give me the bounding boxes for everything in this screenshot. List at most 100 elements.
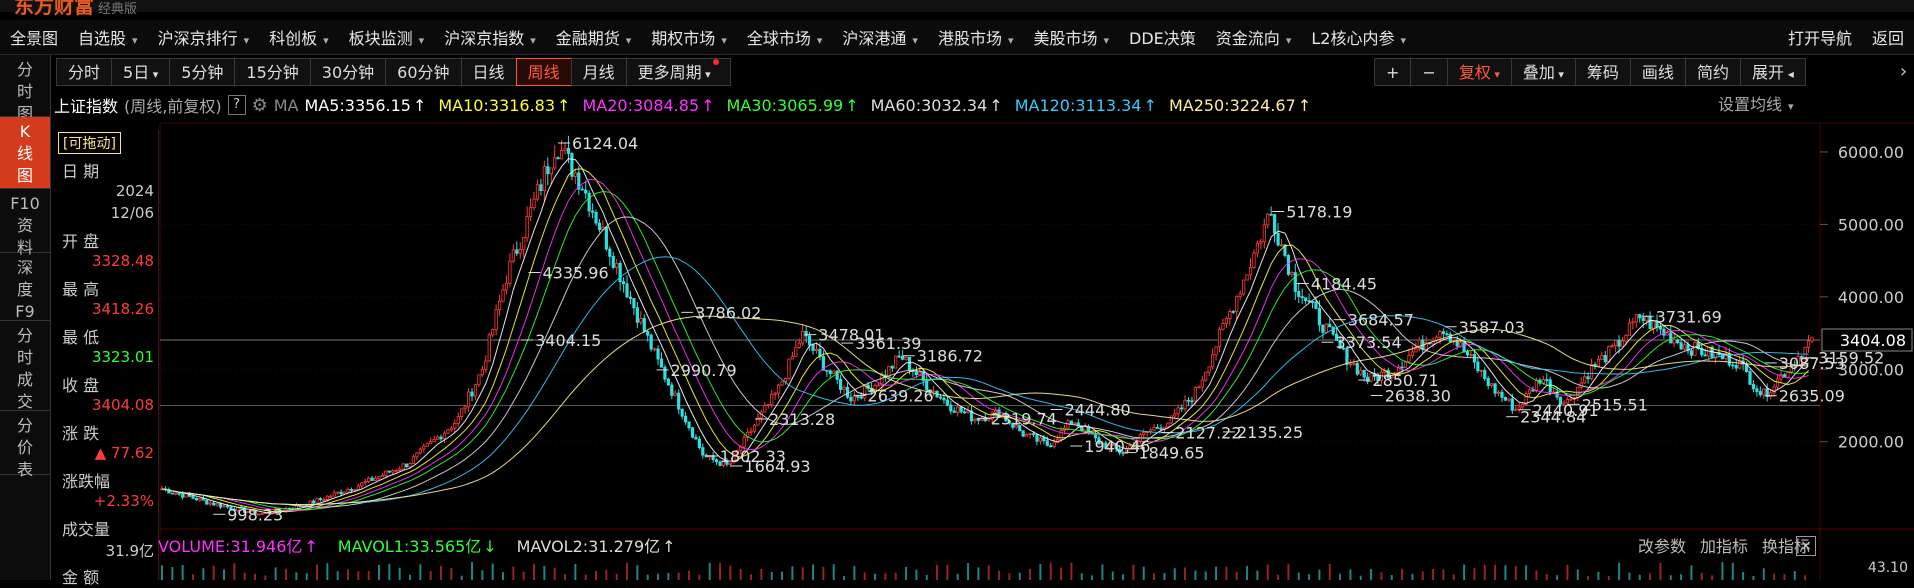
menu-item[interactable]: DDE决策 [1119, 25, 1206, 49]
candle-body [694, 436, 698, 440]
sidebar-item[interactable]: 分 价 表 [0, 411, 50, 479]
chart-tool-button[interactable]: 复权 ▾ [1446, 58, 1512, 86]
gear-icon[interactable]: ⚙ [252, 95, 268, 116]
annotation-label: 998.23 [227, 505, 283, 524]
candle-body [201, 498, 205, 501]
annotation-label: 3731.69 [1656, 307, 1722, 326]
menu-item[interactable]: 自选股 ▾ [68, 25, 148, 49]
volume-bar [657, 573, 660, 580]
candle-body [852, 395, 856, 402]
candle-body [1121, 452, 1125, 455]
candle-body [1534, 379, 1539, 392]
chart-tool-button[interactable]: 筹码 [1574, 58, 1631, 86]
sidebar-item[interactable]: 分 时 成 交 [0, 321, 50, 411]
sidebar-item[interactable]: 深 度 F9 [0, 253, 50, 321]
ma-settings-button[interactable]: 设置均线 ▾ [1718, 93, 1794, 117]
annotation-label: 4335.96 [542, 264, 608, 283]
candle-body [901, 355, 905, 360]
candle-body [1806, 340, 1811, 348]
volume-bar [1473, 567, 1476, 580]
period-tab[interactable]: 30分钟 [309, 58, 387, 86]
volume-bar [161, 565, 163, 580]
candle-body [1665, 332, 1669, 336]
menu-item[interactable]: 沪深京指数 ▾ [434, 25, 546, 49]
volume-bar [1638, 574, 1641, 580]
candle-body [1548, 379, 1552, 393]
close-indicator-icon[interactable]: × [1796, 536, 1816, 556]
candle-body [243, 507, 247, 513]
menu-item[interactable]: 美股市场 ▾ [1023, 25, 1119, 49]
menu-item[interactable]: 全景图 [0, 25, 68, 49]
y-tick-label: 4000.00 [1838, 288, 1904, 307]
candle-body [739, 446, 743, 452]
ma-label[interactable]: MA [274, 96, 299, 115]
period-tab[interactable]: 更多周期 ▾ [625, 58, 731, 86]
period-tab[interactable]: 5日 ▾ [111, 58, 171, 86]
candle-body [804, 331, 808, 337]
volume-bar [1060, 567, 1063, 580]
menu-item[interactable]: 金融期货 ▾ [546, 25, 642, 49]
menu-right-item[interactable]: 返回 [1862, 25, 1914, 49]
candle-body [208, 502, 212, 505]
chart-tool-button[interactable]: + [1374, 58, 1412, 86]
toolbar-scroll-right-icon[interactable]: › [1893, 54, 1914, 90]
low-value: 3323.01 [91, 348, 154, 366]
volume-bar [295, 572, 298, 580]
menu-right-item[interactable]: 打开导航 [1778, 25, 1862, 49]
indicator-button[interactable]: 加指标 [1700, 533, 1748, 557]
candle-body [1124, 448, 1129, 454]
period-tab[interactable]: 日线 [460, 58, 517, 86]
annotation-label: 2127.22 [1175, 423, 1241, 442]
menu-item[interactable]: 港股市场 ▾ [928, 25, 1024, 49]
sidebar-item[interactable]: 分 时 图 [0, 55, 50, 123]
chart-tool-button[interactable]: − [1410, 58, 1448, 86]
arrow-icon: ↑ [1297, 95, 1312, 115]
period-tab[interactable]: 周线 [515, 58, 572, 86]
menu-item[interactable]: 沪深港通 ▾ [832, 25, 928, 49]
chart-tool-button[interactable]: 画线 [1629, 58, 1686, 86]
candle-body [770, 393, 774, 405]
volume-bar [1153, 573, 1156, 580]
annotation-label: 2515.51 [1582, 395, 1648, 414]
candle-body [570, 153, 574, 177]
period-tab[interactable]: 60分钟 [385, 58, 462, 86]
menu-item[interactable]: 板块监测 ▾ [339, 25, 435, 49]
menu-item[interactable]: 科创板 ▾ [259, 25, 339, 49]
ma-line-ma10 [161, 168, 1809, 513]
indicator-button[interactable]: 改参数 [1638, 533, 1686, 557]
candle-body [1672, 339, 1676, 344]
candle-body [1025, 434, 1029, 437]
chevron-down-icon: ▾ [132, 34, 138, 47]
chart-tool-button[interactable]: 叠加 ▾ [1510, 58, 1576, 86]
ma-value: MA30:3065.99 ↑ [726, 95, 859, 115]
period-tab[interactable]: 月线 [570, 58, 627, 86]
sidebar-item[interactable]: K 线 图 [0, 117, 50, 189]
candle-body [728, 462, 732, 465]
menu-item[interactable]: 期权市场 ▾ [641, 25, 737, 49]
period-tab[interactable]: 5分钟 [169, 58, 236, 86]
sidebar-item[interactable]: F10 资 料 [0, 189, 50, 257]
candle-body [212, 502, 216, 506]
candle-body [1004, 414, 1008, 422]
candle-body [1018, 425, 1022, 432]
candle-body [1059, 429, 1063, 440]
period-tab[interactable]: 分时 [56, 58, 113, 86]
candle-body [742, 436, 746, 448]
candle-body [1300, 296, 1304, 299]
candle-body [1651, 320, 1656, 330]
period-tab[interactable]: 15分钟 [234, 58, 311, 86]
menu-item[interactable]: 沪深京排行 ▾ [148, 25, 260, 49]
candle-body [732, 453, 736, 464]
menu-item[interactable]: 全球市场 ▾ [737, 25, 833, 49]
chart-tool-button[interactable]: 展开 ◂ [1739, 58, 1806, 86]
candle-body [1410, 351, 1415, 356]
draggable-tag[interactable]: [可拖动] [58, 132, 121, 154]
candle-body [1479, 369, 1483, 372]
candle-body [1266, 213, 1270, 226]
volume-bar [243, 572, 246, 580]
menu-item[interactable]: L2核心内参 ▾ [1301, 25, 1416, 49]
help-icon[interactable]: ? [227, 95, 246, 115]
chart-tool-button[interactable]: 简约 [1684, 58, 1741, 86]
menu-item[interactable]: 资金流向 ▾ [1206, 25, 1302, 49]
candle-body [1493, 383, 1497, 394]
